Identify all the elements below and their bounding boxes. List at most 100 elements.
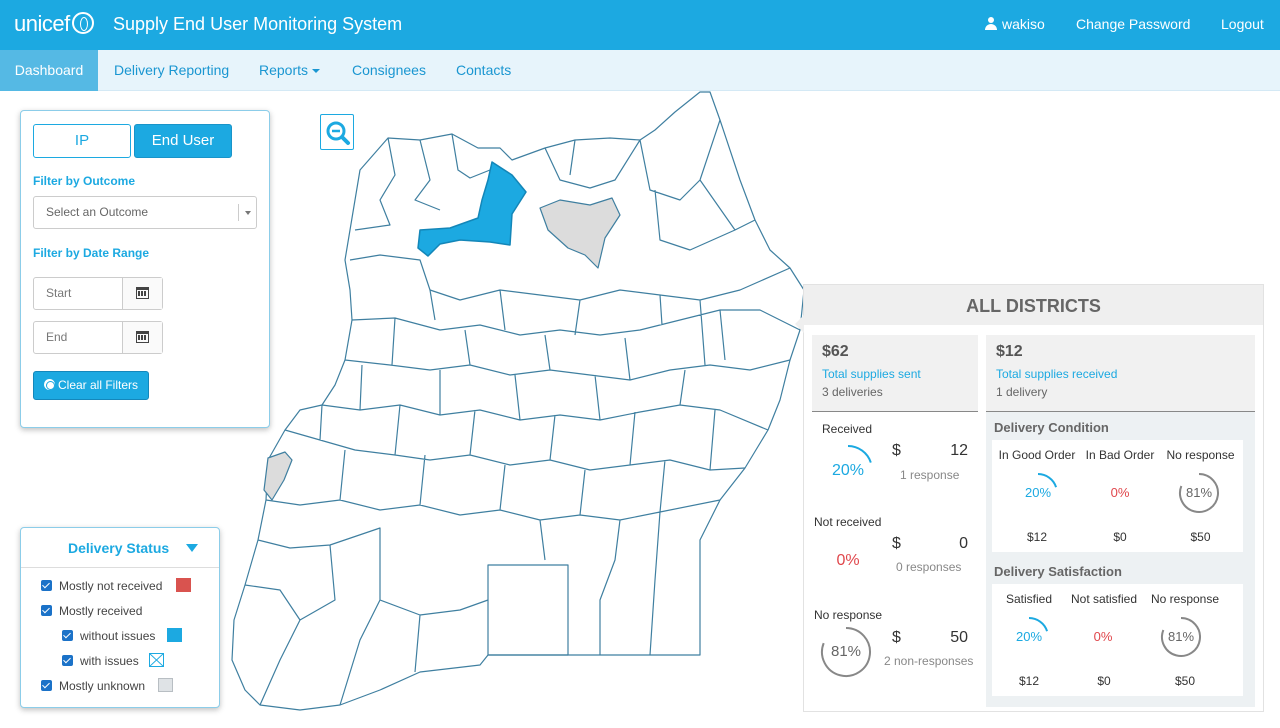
legend-label: without issues — [80, 629, 156, 643]
received-sub: 1 response — [900, 468, 960, 482]
red-swatch — [176, 578, 191, 592]
condition-card: In Good Order In Bad Order No response 2… — [992, 440, 1243, 552]
condition-bad-gauge: 0% — [1099, 472, 1141, 514]
condition-none-gauge: 81% — [1178, 472, 1220, 514]
condition-none-percent: 81% — [1185, 485, 1213, 500]
not-received-value: 0 — [959, 535, 968, 552]
legend-item-mostly-received[interactable]: Mostly received — [41, 603, 142, 619]
condition-good-gauge: 20% — [1017, 472, 1059, 514]
satisfaction-not-gauge: 0% — [1082, 616, 1124, 658]
condition-bad-percent: 0% — [1110, 485, 1130, 500]
tab-end-user[interactable]: End User — [134, 124, 232, 158]
filter-panel: IP End User Filter by Outcome Select an … — [20, 110, 270, 428]
panel-pointer — [795, 315, 804, 333]
not-received-gauge: 0% — [822, 536, 874, 588]
calendar-icon — [136, 331, 149, 343]
legend-label: Mostly received — [59, 604, 143, 618]
checkbox[interactable] — [62, 630, 73, 641]
condition-title: Delivery Condition — [994, 420, 1109, 435]
nav-dashboard[interactable]: Dashboard — [0, 50, 98, 91]
legend-item-mostly-not-received[interactable]: Mostly not received — [41, 578, 162, 594]
nav-delivery-reporting[interactable]: Delivery Reporting — [114, 50, 229, 91]
checkbox[interactable] — [41, 580, 52, 591]
outcome-placeholder: Select an Outcome — [46, 205, 149, 219]
end-date-input[interactable]: End — [33, 321, 163, 354]
legend-item-with-issues[interactable]: with issues — [62, 653, 139, 669]
condition-none-head: No response — [1166, 448, 1235, 462]
satisfaction-card: Satisfied Not satisfied No response 20% … — [992, 584, 1243, 696]
satisfaction-satisfied-head: Satisfied — [1005, 592, 1053, 606]
condition-good-percent: 20% — [1024, 485, 1052, 500]
condition-good-amount: $12 — [1026, 530, 1048, 544]
change-password-link[interactable]: Change Password — [1076, 16, 1190, 32]
user-icon — [985, 17, 997, 31]
satisfaction-none-amount: $50 — [1174, 674, 1196, 688]
nav-reports[interactable]: Reports — [259, 50, 321, 91]
user-menu[interactable]: wakiso — [985, 16, 1045, 32]
date-filter-label: Filter by Date Range — [33, 246, 150, 260]
not-received-row-label: Not received — [814, 515, 882, 529]
top-bar: unicef Supply End User Monitoring System… — [0, 0, 1280, 50]
received-gauge: 20% — [822, 444, 874, 496]
legend-item-mostly-unknown[interactable]: Mostly unknown — [41, 678, 145, 694]
sent-count: 3 deliveries — [822, 385, 883, 399]
main-nav: Dashboard Delivery Reporting Reports Con… — [0, 50, 1280, 91]
start-date-input[interactable]: Start — [33, 277, 163, 310]
condition-good-head: In Good Order — [998, 448, 1076, 462]
satisfaction-none-gauge: 81% — [1160, 616, 1202, 658]
percent-arc — [847, 445, 872, 463]
condition-none-amount: $50 — [1190, 530, 1211, 544]
satisfaction-not-amount: $0 — [1097, 674, 1111, 688]
received-label[interactable]: Total supplies received — [996, 367, 1117, 381]
blue-swatch — [167, 628, 182, 642]
supplies-received-box: $12 Total supplies received 1 delivery — [986, 335, 1255, 411]
not-received-sub: 0 responses — [896, 560, 962, 574]
logout-link[interactable]: Logout — [1221, 16, 1264, 32]
condition-satisfaction-column: Delivery Condition In Good Order In Bad … — [986, 411, 1255, 707]
no-response-gauge: 81% — [820, 626, 872, 678]
globe-icon — [71, 12, 94, 34]
zoom-out-icon — [326, 121, 350, 145]
no-response-sub: 2 non-responses — [884, 654, 974, 668]
outcome-filter-label: Filter by Outcome — [33, 174, 136, 188]
satisfaction-title: Delivery Satisfaction — [994, 564, 1122, 579]
legend-label: Mostly unknown — [59, 679, 146, 693]
received-count: 1 delivery — [996, 385, 1048, 399]
end-calendar-button[interactable] — [122, 322, 162, 353]
clear-icon — [43, 379, 55, 390]
grey-swatch — [158, 678, 173, 692]
legend-label: Mostly not received — [59, 579, 163, 593]
legend-item-without-issues[interactable]: without issues — [62, 628, 155, 644]
breakdown-column: Received 20% $ 12 1 response Not receive… — [812, 411, 978, 709]
nav-contacts[interactable]: Contacts — [456, 50, 511, 91]
unicef-logo[interactable]: unicef — [14, 11, 94, 37]
no-response-dollar: $ — [892, 629, 901, 646]
received-row-label: Received — [822, 422, 873, 436]
hatched-swatch — [149, 653, 164, 667]
legend-label: with issues — [80, 654, 139, 668]
nav-consignees[interactable]: Consignees — [352, 50, 426, 91]
checkbox[interactable] — [41, 680, 52, 691]
tab-ip[interactable]: IP — [33, 124, 131, 158]
condition-bad-head: In Bad Order — [1085, 448, 1155, 462]
condition-bad-amount: $0 — [1113, 530, 1127, 544]
chevron-down-icon — [312, 69, 321, 73]
logo-text: unicef — [14, 11, 70, 36]
all-districts-panel: ALL DISTRICTS $62 Total supplies sent 3 … — [795, 284, 1264, 712]
zoom-out-button[interactable] — [320, 114, 354, 150]
outcome-select[interactable]: Select an Outcome — [33, 196, 257, 229]
satisfaction-not-percent: 0% — [1093, 629, 1113, 644]
sent-amount: $62 — [822, 343, 849, 360]
clear-filters-label: Clear all Filters — [57, 378, 138, 392]
caret-down-icon[interactable] — [186, 544, 198, 552]
satisfaction-satisfied-percent: 20% — [1015, 629, 1043, 644]
sent-label[interactable]: Total supplies sent — [822, 367, 921, 381]
legend-title[interactable]: Delivery Status — [68, 540, 169, 556]
satisfaction-not-head: Not satisfied — [1070, 592, 1138, 606]
clear-filters-button[interactable]: Clear all Filters — [33, 371, 149, 400]
checkbox[interactable] — [41, 605, 52, 616]
start-calendar-button[interactable] — [122, 278, 162, 309]
no-response-value: 50 — [950, 629, 968, 646]
received-value: 12 — [950, 442, 968, 459]
checkbox[interactable] — [62, 655, 73, 666]
